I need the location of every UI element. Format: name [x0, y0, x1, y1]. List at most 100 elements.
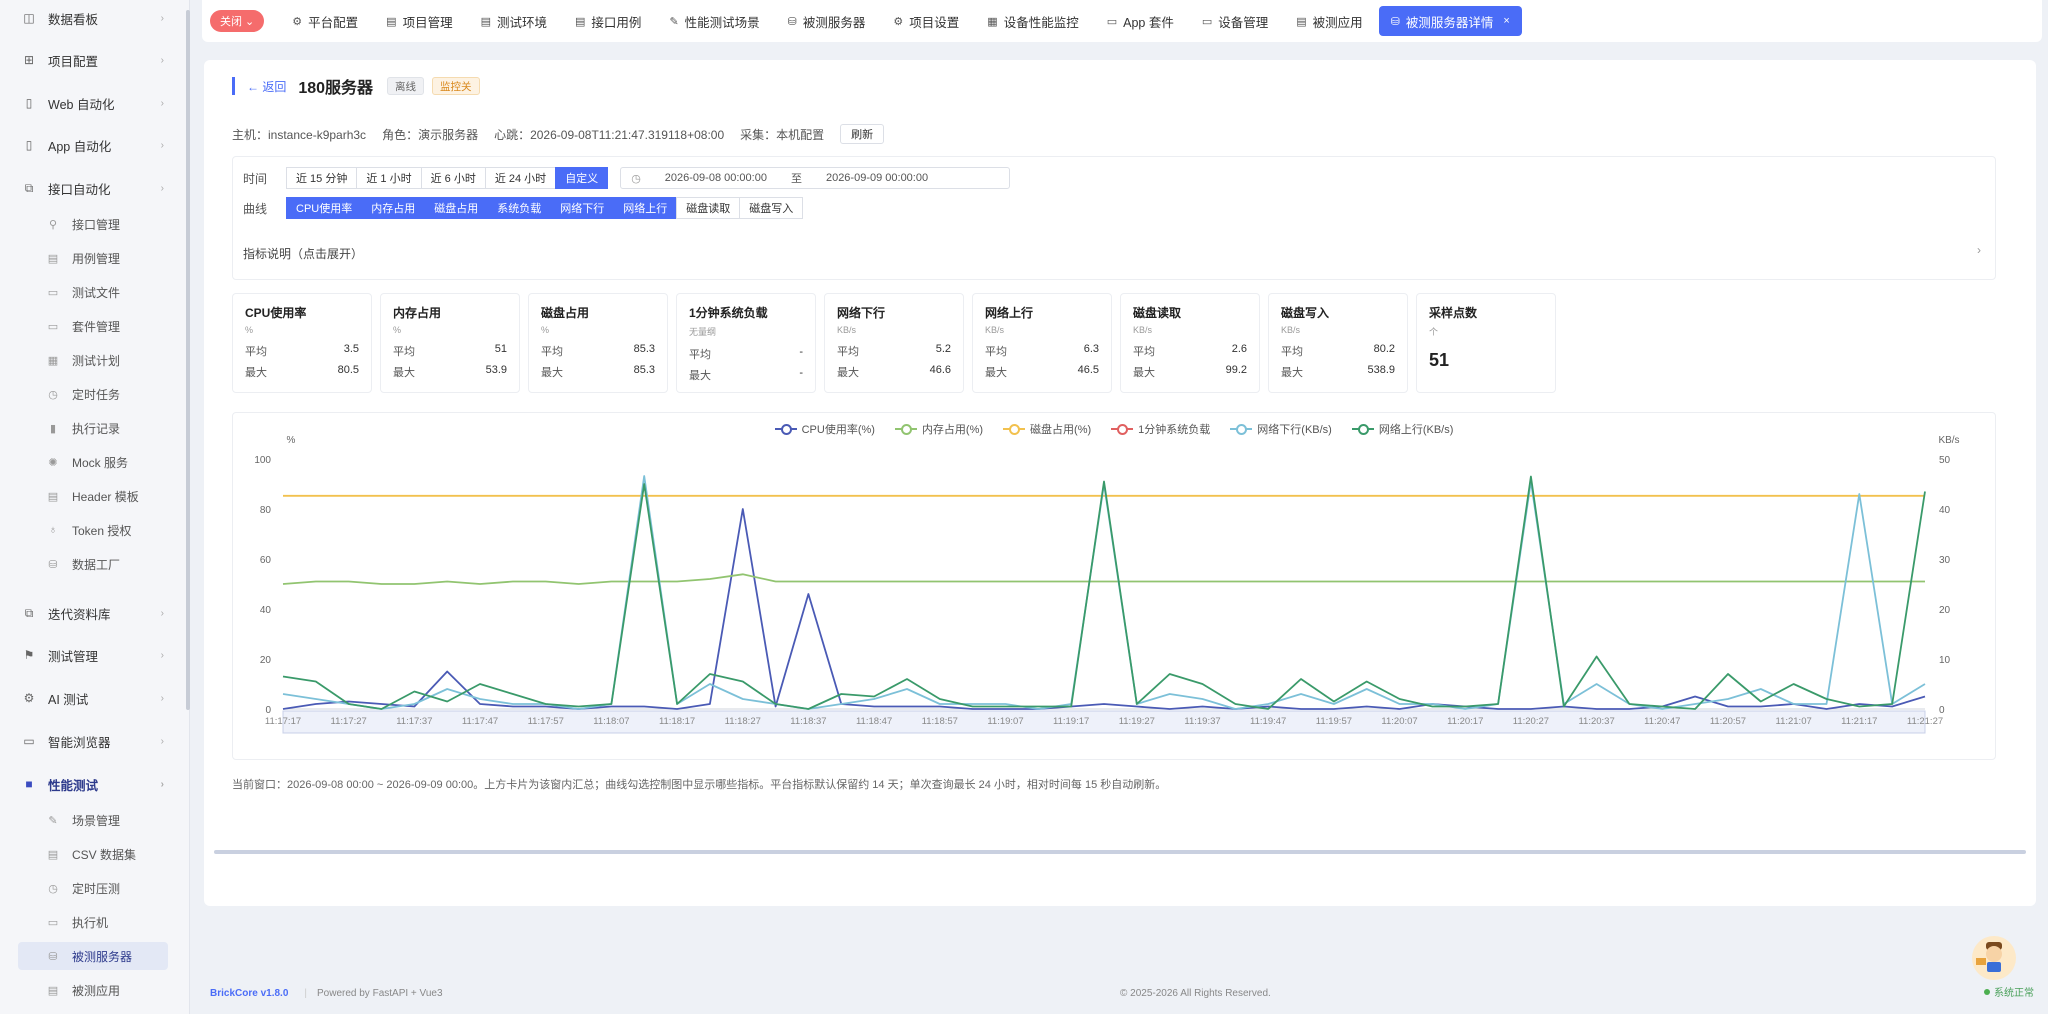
- tab[interactable]: ⚙ 项目设置: [881, 6, 971, 36]
- sidebar-item[interactable]: ⚙ AI 测试 ›: [0, 683, 186, 713]
- stat-card: 磁盘写入 KB/s 平均 80.2 最大 538.9: [1268, 293, 1408, 393]
- tab[interactable]: ▤ 接口用例: [563, 6, 653, 36]
- sidebar-subitem[interactable]: ▮ 执行记录: [0, 414, 186, 442]
- x-tick-label: 11:20:27: [1513, 716, 1549, 727]
- sidebar-item[interactable]: ▭ 智能浏览器 ›: [0, 726, 186, 756]
- sample-count-value: 51: [1429, 350, 1450, 370]
- curve-toggle[interactable]: 网络下行: [550, 197, 615, 219]
- stat-unit: %: [393, 325, 402, 335]
- stat-unit: KB/s: [1281, 325, 1301, 335]
- mascot-icon[interactable]: [1966, 932, 2022, 980]
- status-badge-monitoring: 监控关: [432, 77, 480, 95]
- dashboard-icon: ◫: [23, 11, 35, 25]
- tab[interactable]: ⛁ 被测服务器: [776, 6, 878, 36]
- close-tabs-button[interactable]: 关闭 ⌄: [210, 10, 265, 32]
- stat-max-value: 538.9: [1367, 364, 1395, 376]
- tab[interactable]: ▦ 设备性能监控: [975, 6, 1090, 36]
- stat-name: 1分钟系统负载: [689, 306, 768, 320]
- sidebar-subitem[interactable]: ⛁ 被测服务器: [18, 942, 168, 970]
- chevron-right-icon: ›: [160, 692, 164, 704]
- sidebar-subitem[interactable]: ◷ 定时压测: [0, 874, 186, 902]
- sidebar-item[interactable]: ■ 性能测试 ›: [0, 769, 186, 799]
- sidebar-item[interactable]: ⚑ 测试管理 ›: [0, 640, 186, 670]
- sidebar-subitem-label: 测试计划: [72, 353, 121, 368]
- tab-label: 被测应用: [1312, 15, 1363, 30]
- sidebar-subitem[interactable]: ▭ 套件管理: [0, 312, 186, 340]
- curve-toggle[interactable]: 网络上行: [613, 197, 678, 219]
- stat-avg-value: 80.2: [1373, 343, 1395, 355]
- stat-max-label: 最大: [689, 370, 711, 382]
- x-tick-label: 11:20:47: [1644, 716, 1680, 727]
- sidebar-subitem[interactable]: ◷ 定时任务: [0, 380, 186, 408]
- x-tick-label: 11:18:57: [922, 716, 958, 727]
- time-range-option[interactable]: 近 24 小时: [484, 167, 557, 189]
- end-date-input[interactable]: 2026-09-09 00:00:00: [826, 172, 928, 184]
- sidebar-item[interactable]: ⧉ 接口自动化 ›: [0, 173, 186, 203]
- top-tab-bar: 关闭 ⌄ ⚙ 平台配置 ▤ 项目管理 ▤ 测试环境 ▤ 接口用例 ✎ 性能测试场景 ⛁ 被测服务器 ⚙ 项…: [202, 0, 2042, 42]
- sidebar-item[interactable]: ⧉ 迭代资料库 ›: [0, 598, 186, 628]
- curve-toggle[interactable]: 磁盘占用: [424, 197, 489, 219]
- sidebar-item[interactable]: ▯ Web 自动化 ›: [0, 88, 186, 118]
- time-range-option[interactable]: 近 6 小时: [420, 167, 486, 189]
- date-range-picker[interactable]: ◷ 2026-09-08 00:00:00 至 2026-09-09 00:00…: [620, 167, 1011, 189]
- stat-card: 磁盘读取 KB/s 平均 2.6 最大 99.2: [1120, 293, 1260, 393]
- left-tick-label: 20: [260, 655, 272, 666]
- sidebar-subitem[interactable]: ✎ 场景管理: [0, 806, 186, 834]
- tab[interactable]: ▭ 设备管理: [1190, 6, 1280, 36]
- sidebar-subitem[interactable]: ▭ 执行机: [0, 908, 186, 936]
- chevron-right-icon: ›: [160, 54, 164, 66]
- chevron-right-icon[interactable]: ›: [1977, 243, 1981, 257]
- clock-icon: ◷: [631, 172, 641, 185]
- sidebar-subitem[interactable]: ▭ 测试文件: [0, 278, 186, 306]
- curve-toggle[interactable]: 磁盘读取: [676, 197, 741, 219]
- curve-toggle[interactable]: CPU使用率: [286, 197, 363, 219]
- stat-name: 网络下行: [837, 306, 886, 320]
- sidebar-subitem[interactable]: ▤ Header 模板: [0, 482, 186, 510]
- edit-icon: ✎: [48, 814, 58, 827]
- tab[interactable]: ▤ 项目管理: [374, 6, 464, 36]
- sidebar-subitem[interactable]: ♁ Token 授权: [0, 516, 186, 544]
- sidebar-subitem[interactable]: ⛁ 数据工厂: [0, 550, 186, 578]
- tab[interactable]: ⛁ 被测服务器详情 ×: [1378, 6, 1522, 36]
- close-icon[interactable]: ×: [1503, 15, 1509, 27]
- sidebar-item[interactable]: ⊞ 项目配置 ›: [0, 45, 186, 75]
- horizontal-scrollbar[interactable]: [214, 850, 2026, 854]
- sidebar-item[interactable]: ◫ 数据看板 ›: [0, 3, 186, 33]
- filter-panel: 时间 近 15 分钟近 1 小时近 6 小时近 24 小时 自定义 ◷ 2026-…: [232, 156, 1996, 280]
- tab[interactable]: ▭ App 套件: [1095, 6, 1186, 36]
- sidebar-item-label: Web 自动化: [48, 97, 115, 112]
- stat-card: 1分钟系统负载 无量纲 平均 - 最大 -: [676, 293, 816, 393]
- phone-icon: ▯: [25, 138, 33, 152]
- sidebar-subitem[interactable]: ▤ CSV 数据集: [0, 840, 186, 868]
- time-range-option[interactable]: 自定义: [555, 167, 609, 189]
- tab[interactable]: ▤ 被测应用: [1284, 6, 1374, 36]
- sidebar-subitem[interactable]: ▤ 被测应用: [0, 976, 186, 1004]
- template-icon: ▤: [47, 490, 59, 503]
- metric-explanation-toggle[interactable]: 指标说明（点击展开）: [243, 245, 363, 262]
- curve-toggle[interactable]: 系统负载: [487, 197, 552, 219]
- series-line: [282, 475, 1926, 710]
- back-link[interactable]: ← 返回: [247, 78, 286, 95]
- sidebar-subitem[interactable]: ✺ Mock 服务: [0, 448, 186, 476]
- tab[interactable]: ✎ 性能测试场景: [657, 6, 771, 36]
- sidebar-subitem[interactable]: ⚲ 接口管理: [0, 210, 186, 238]
- stat-name: 采样点数: [1429, 306, 1478, 320]
- sidebar-subitem[interactable]: ▦ 测试计划: [0, 346, 186, 374]
- tab[interactable]: ▤ 测试环境: [469, 6, 559, 36]
- sidebar-scrollbar[interactable]: [186, 10, 190, 710]
- curve-toggle[interactable]: 内存占用: [361, 197, 426, 219]
- tab-label: 项目设置: [909, 15, 960, 30]
- tab[interactable]: ⚙ 平台配置: [280, 6, 370, 36]
- time-range-option[interactable]: 近 15 分钟: [286, 167, 358, 189]
- refresh-button[interactable]: 刷新: [840, 124, 885, 144]
- time-range-option[interactable]: 近 1 小时: [356, 167, 422, 189]
- sidebar-subitem[interactable]: ▤ 用例管理: [0, 244, 186, 272]
- sidebar-subitem-label: 执行记录: [72, 421, 121, 436]
- sidebar-item[interactable]: ▯ App 自动化 ›: [0, 130, 186, 160]
- curve-toggle[interactable]: 磁盘写入: [739, 197, 804, 219]
- x-tick-label: 11:19:47: [1250, 716, 1286, 727]
- start-date-input[interactable]: 2026-09-08 00:00:00: [665, 172, 767, 184]
- folder-icon: ▭: [47, 286, 59, 299]
- stat-max-label: 最大: [985, 367, 1007, 379]
- sidebar-subitem-label: 被测应用: [72, 983, 121, 998]
